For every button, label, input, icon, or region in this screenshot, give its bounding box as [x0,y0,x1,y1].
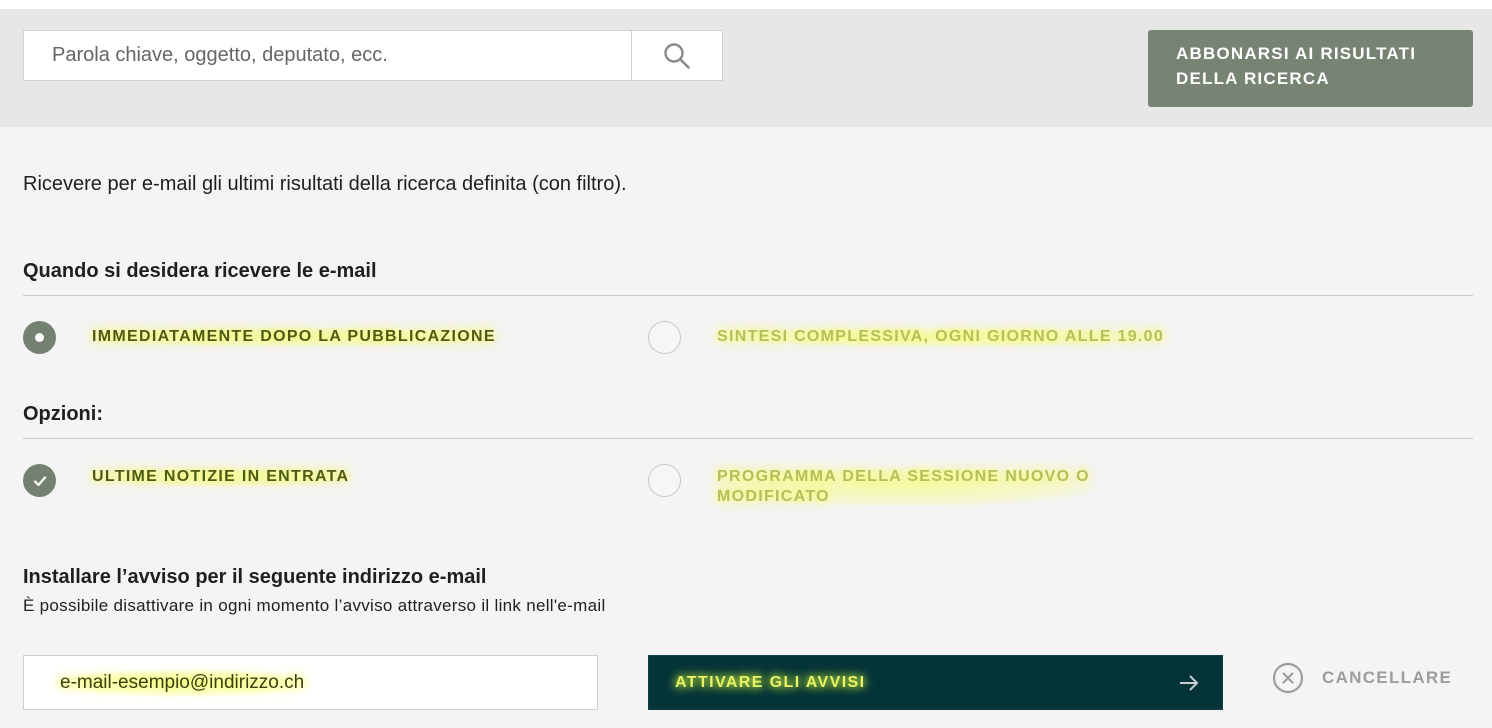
search-box [23,30,723,81]
email-section-title: Installare l’avviso per il seguente indi… [23,566,487,588]
cancel-button[interactable]: CANCELLARE [1272,662,1452,694]
subscribe-button-line2: DELLA RICERCA [1176,69,1330,88]
subscribe-button-line1: ABBONARSI AI RISULTATI [1176,44,1417,63]
activate-alerts-button[interactable]: ATTIVARE GLI AVVISI [648,655,1223,710]
close-circle-icon [1272,662,1304,694]
options-title: Opzioni: [23,403,103,425]
top-strip [0,0,1492,9]
options-divider [23,438,1473,439]
search-input[interactable] [24,31,631,80]
frequency-title: Quando si desidera ricevere le e-mail [23,260,377,282]
checkbox-latest-news-label: ULTIME NOTIZIE IN ENTRATA [86,467,356,487]
session-program-label-line1: PROGRAMMA DELLA SESSIONE NUOVO O [717,468,1090,485]
checkbox-session-program[interactable]: PROGRAMMA DELLA SESSIONE NUOVO O MODIFIC… [648,464,1096,507]
checkbox-session-program-label: PROGRAMMA DELLA SESSIONE NUOVO O MODIFIC… [711,467,1096,507]
session-program-label-line2: MODIFICATO [717,488,830,505]
arrow-right-icon [1180,674,1199,691]
email-input[interactable]: e-mail-esempio@indirizzo.ch [23,655,598,710]
radio-immediately-label: IMMEDIATAMENTE DOPO LA PUBBLICAZIONE [86,327,502,347]
search-button[interactable] [631,31,722,80]
checkbox-unchecked-icon[interactable] [648,464,681,497]
radio-immediately[interactable]: IMMEDIATAMENTE DOPO LA PUBBLICAZIONE [23,321,502,354]
radio-daily-summary-label: SINTESI COMPLESSIVA, OGNI GIORNO ALLE 19… [711,327,1171,347]
checkbox-latest-news[interactable]: ULTIME NOTIZIE IN ENTRATA [23,464,356,497]
frequency-divider [23,295,1473,296]
search-icon [664,42,690,69]
email-section-hint: È possibile disattivare in ogni momento … [23,596,606,615]
radio-unselected-icon[interactable] [648,321,681,354]
radio-daily-summary[interactable]: SINTESI COMPLESSIVA, OGNI GIORNO ALLE 19… [648,321,1171,354]
email-input-value: e-mail-esempio@indirizzo.ch [54,669,311,696]
intro-text: Ricevere per e-mail gli ultimi risultati… [23,173,627,195]
radio-selected-icon[interactable] [23,321,56,354]
checkmark-icon[interactable] [23,464,56,497]
activate-alerts-label: ATTIVARE GLI AVVISI [675,673,866,691]
subscribe-search-results-button[interactable]: ABBONARSI AI RISULTATI DELLA RICERCA [1148,30,1473,107]
cancel-label: CANCELLARE [1322,668,1453,687]
